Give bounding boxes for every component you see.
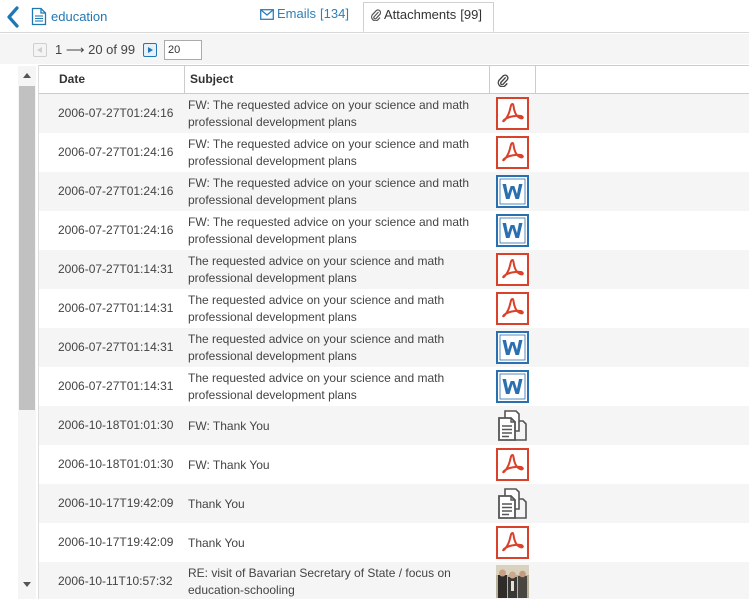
page-size-input[interactable] xyxy=(164,40,202,60)
scrollbar-thumb[interactable] xyxy=(19,86,35,410)
table-row[interactable]: 2006-07-27T01:24:16 FW: The requested adv… xyxy=(39,211,749,250)
cell-date: 2006-10-18T01:01:30 xyxy=(58,457,174,471)
page-range-text: 1 ⟶ 20 of 99 xyxy=(55,42,136,57)
table-row[interactable]: 2006-07-27T01:24:16 FW: The requested adv… xyxy=(39,94,749,133)
back-chevron-icon[interactable] xyxy=(5,6,21,28)
cell-subject: The requested advice on your science and… xyxy=(188,371,445,402)
cell-subject: Thank You xyxy=(188,536,245,550)
tab-emails-count: [134] xyxy=(320,6,349,21)
paperclip-icon xyxy=(497,74,509,88)
table-row[interactable]: 2006-10-11T10:57:32 RE: visit of Bavarian… xyxy=(39,562,749,599)
top-bar: education Emails [134] Attachments [99] xyxy=(0,0,749,33)
paperclip-icon xyxy=(371,9,382,22)
table-row[interactable]: 2006-10-18T01:01:30 FW: Thank You xyxy=(39,445,749,484)
cell-date: 2006-07-27T01:14:31 xyxy=(58,379,174,393)
table-body: 2006-07-27T01:24:16 FW: The requested adv… xyxy=(39,94,749,599)
table-row[interactable]: 2006-10-17T19:42:09 Thank You xyxy=(39,484,749,523)
cell-date: 2006-07-27T01:14:31 xyxy=(58,262,174,276)
cell-subject: The requested advice on your science and… xyxy=(188,293,445,324)
cell-subject: FW: Thank You xyxy=(188,458,270,472)
cell-subject: The requested advice on your science and… xyxy=(188,332,445,363)
next-page-button[interactable] xyxy=(143,43,157,57)
pdf-icon[interactable] xyxy=(496,292,529,325)
cell-date: 2006-07-27T01:14:31 xyxy=(58,301,174,315)
pdf-icon[interactable] xyxy=(496,97,529,130)
cell-date: 2006-07-27T01:24:16 xyxy=(58,145,174,159)
scroll-up-arrow-icon[interactable] xyxy=(23,73,31,78)
column-header-date[interactable]: Date xyxy=(39,66,185,93)
column-header-subject[interactable]: Subject xyxy=(185,66,490,93)
column-header-attachment[interactable] xyxy=(490,66,536,93)
tab-attachments[interactable]: Attachments [99] xyxy=(363,2,494,32)
table-row[interactable]: 2006-07-27T01:14:31 The requested advice … xyxy=(39,289,749,328)
tab-emails-label: Emails xyxy=(277,6,317,21)
cell-subject: RE: visit of Bavarian Secretary of State… xyxy=(188,566,451,597)
document-icon xyxy=(31,7,47,26)
previous-page-button[interactable] xyxy=(33,43,47,57)
pager: 1 ⟶ 20 of 99 xyxy=(0,34,749,64)
cell-date: 2006-07-27T01:24:16 xyxy=(58,223,174,237)
table-header: Date Subject xyxy=(39,65,749,94)
photo-thumbnail[interactable] xyxy=(496,565,529,598)
cell-subject: FW: The requested advice on your science… xyxy=(188,98,470,129)
tab-emails[interactable]: Emails [134] xyxy=(253,2,361,32)
cell-date: 2006-07-27T01:24:16 xyxy=(58,184,174,198)
cell-date: 2006-07-27T01:14:31 xyxy=(58,340,174,354)
cell-subject: The requested advice on your science and… xyxy=(188,254,445,285)
attachments-table: Date Subject 2006-07-27T01:24:16 FW: The … xyxy=(38,65,749,599)
table-row[interactable]: 2006-07-27T01:14:31 The requested advice … xyxy=(39,250,749,289)
tab-attachments-count: [99] xyxy=(460,7,482,22)
cell-date: 2006-07-27T01:24:16 xyxy=(58,106,174,120)
word-icon[interactable] xyxy=(496,370,529,403)
tab-attachments-label: Attachments xyxy=(384,7,457,22)
cell-subject: Thank You xyxy=(188,497,245,511)
table-row[interactable]: 2006-07-27T01:14:31 The requested advice … xyxy=(39,328,749,367)
document-icon[interactable] xyxy=(496,487,529,520)
pdf-icon[interactable] xyxy=(496,448,529,481)
table-row[interactable]: 2006-10-17T19:42:09 Thank You xyxy=(39,523,749,562)
cell-date: 2006-10-11T10:57:32 xyxy=(58,574,173,588)
table-row[interactable]: 2006-10-18T01:01:30 FW: Thank You xyxy=(39,406,749,445)
tab-divider xyxy=(0,32,749,33)
table-row[interactable]: 2006-07-27T01:24:16 FW: The requested adv… xyxy=(39,133,749,172)
cell-date: 2006-10-17T19:42:09 xyxy=(58,535,174,549)
table-row[interactable]: 2006-07-27T01:14:31 The requested advice … xyxy=(39,367,749,406)
scroll-down-arrow-icon[interactable] xyxy=(23,582,31,587)
word-icon[interactable] xyxy=(496,175,529,208)
folder-name-link[interactable]: education xyxy=(51,9,107,24)
pdf-icon[interactable] xyxy=(496,253,529,286)
cell-subject: FW: The requested advice on your science… xyxy=(188,215,470,246)
vertical-scrollbar[interactable] xyxy=(18,66,36,599)
table-row[interactable]: 2006-07-27T01:24:16 FW: The requested adv… xyxy=(39,172,749,211)
document-icon[interactable] xyxy=(496,409,529,442)
envelope-icon xyxy=(260,9,274,20)
pdf-icon[interactable] xyxy=(496,136,529,169)
word-icon[interactable] xyxy=(496,214,529,247)
cell-subject: FW: Thank You xyxy=(188,419,270,433)
cell-date: 2006-10-18T01:01:30 xyxy=(58,418,174,432)
cell-subject: FW: The requested advice on your science… xyxy=(188,137,470,168)
pdf-icon[interactable] xyxy=(496,526,529,559)
word-icon[interactable] xyxy=(496,331,529,364)
cell-date: 2006-10-17T19:42:09 xyxy=(58,496,174,510)
cell-subject: FW: The requested advice on your science… xyxy=(188,176,470,207)
